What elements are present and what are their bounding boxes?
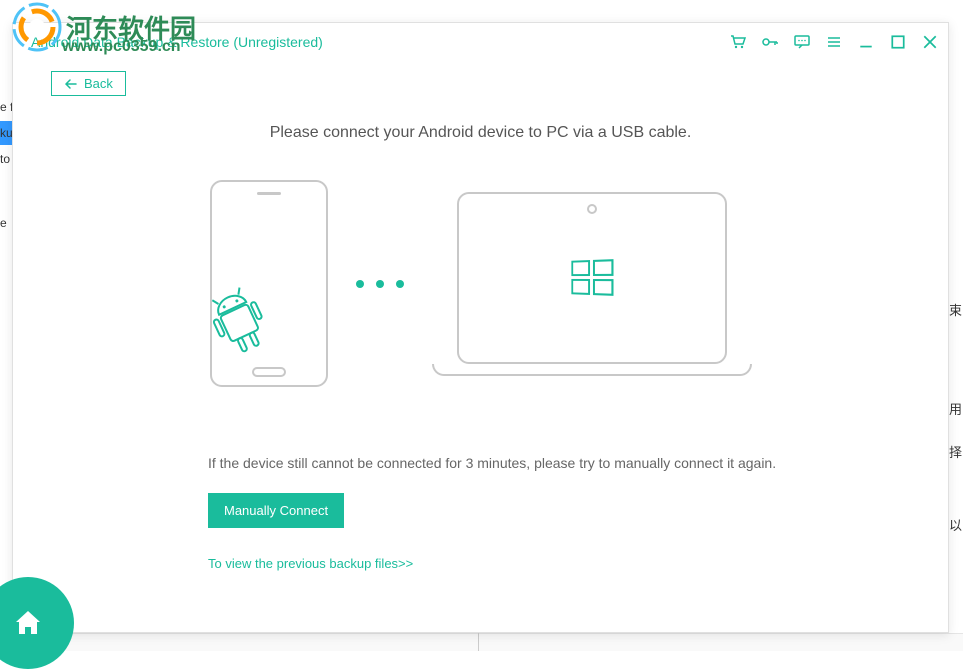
manual-connect-button[interactable]: Manually Connect [208, 493, 344, 528]
back-button[interactable]: Back [51, 71, 126, 96]
timeout-hint: If the device still cannot be connected … [208, 455, 948, 471]
view-previous-backups-link[interactable]: To view the previous backup files>> [208, 556, 413, 571]
maximize-icon[interactable] [890, 34, 906, 50]
back-arrow-icon [64, 78, 78, 90]
app-window: Android Data Backup & Restore (Unregiste… [12, 22, 949, 633]
background-divider [478, 633, 479, 651]
windows-logo-icon [571, 259, 613, 296]
connection-dots-icon [356, 280, 404, 288]
phone-home-button-icon [252, 367, 286, 377]
phone-illustration [210, 180, 328, 387]
android-robot-icon [210, 277, 284, 367]
key-icon[interactable] [762, 34, 778, 50]
home-icon [10, 605, 46, 641]
background-strip [0, 633, 963, 651]
connection-diagram [13, 180, 948, 387]
watermark-url: www.pc0359.cn [62, 38, 181, 56]
feedback-icon[interactable] [794, 34, 810, 50]
close-icon[interactable] [922, 34, 938, 50]
menu-icon[interactable] [826, 34, 842, 50]
bottom-section: If the device still cannot be connected … [13, 455, 948, 573]
right-edge-fragments: 束 用 择 以 [949, 300, 963, 614]
laptop-illustration [432, 192, 752, 376]
connect-instruction: Please connect your Android device to PC… [13, 124, 948, 142]
main-content: Please connect your Android device to PC… [13, 96, 948, 573]
watermark-badge-icon [12, 2, 62, 52]
back-button-label: Back [84, 76, 113, 91]
titlebar-controls [730, 34, 938, 50]
cart-icon[interactable] [730, 34, 746, 50]
minimize-icon[interactable] [858, 34, 874, 50]
